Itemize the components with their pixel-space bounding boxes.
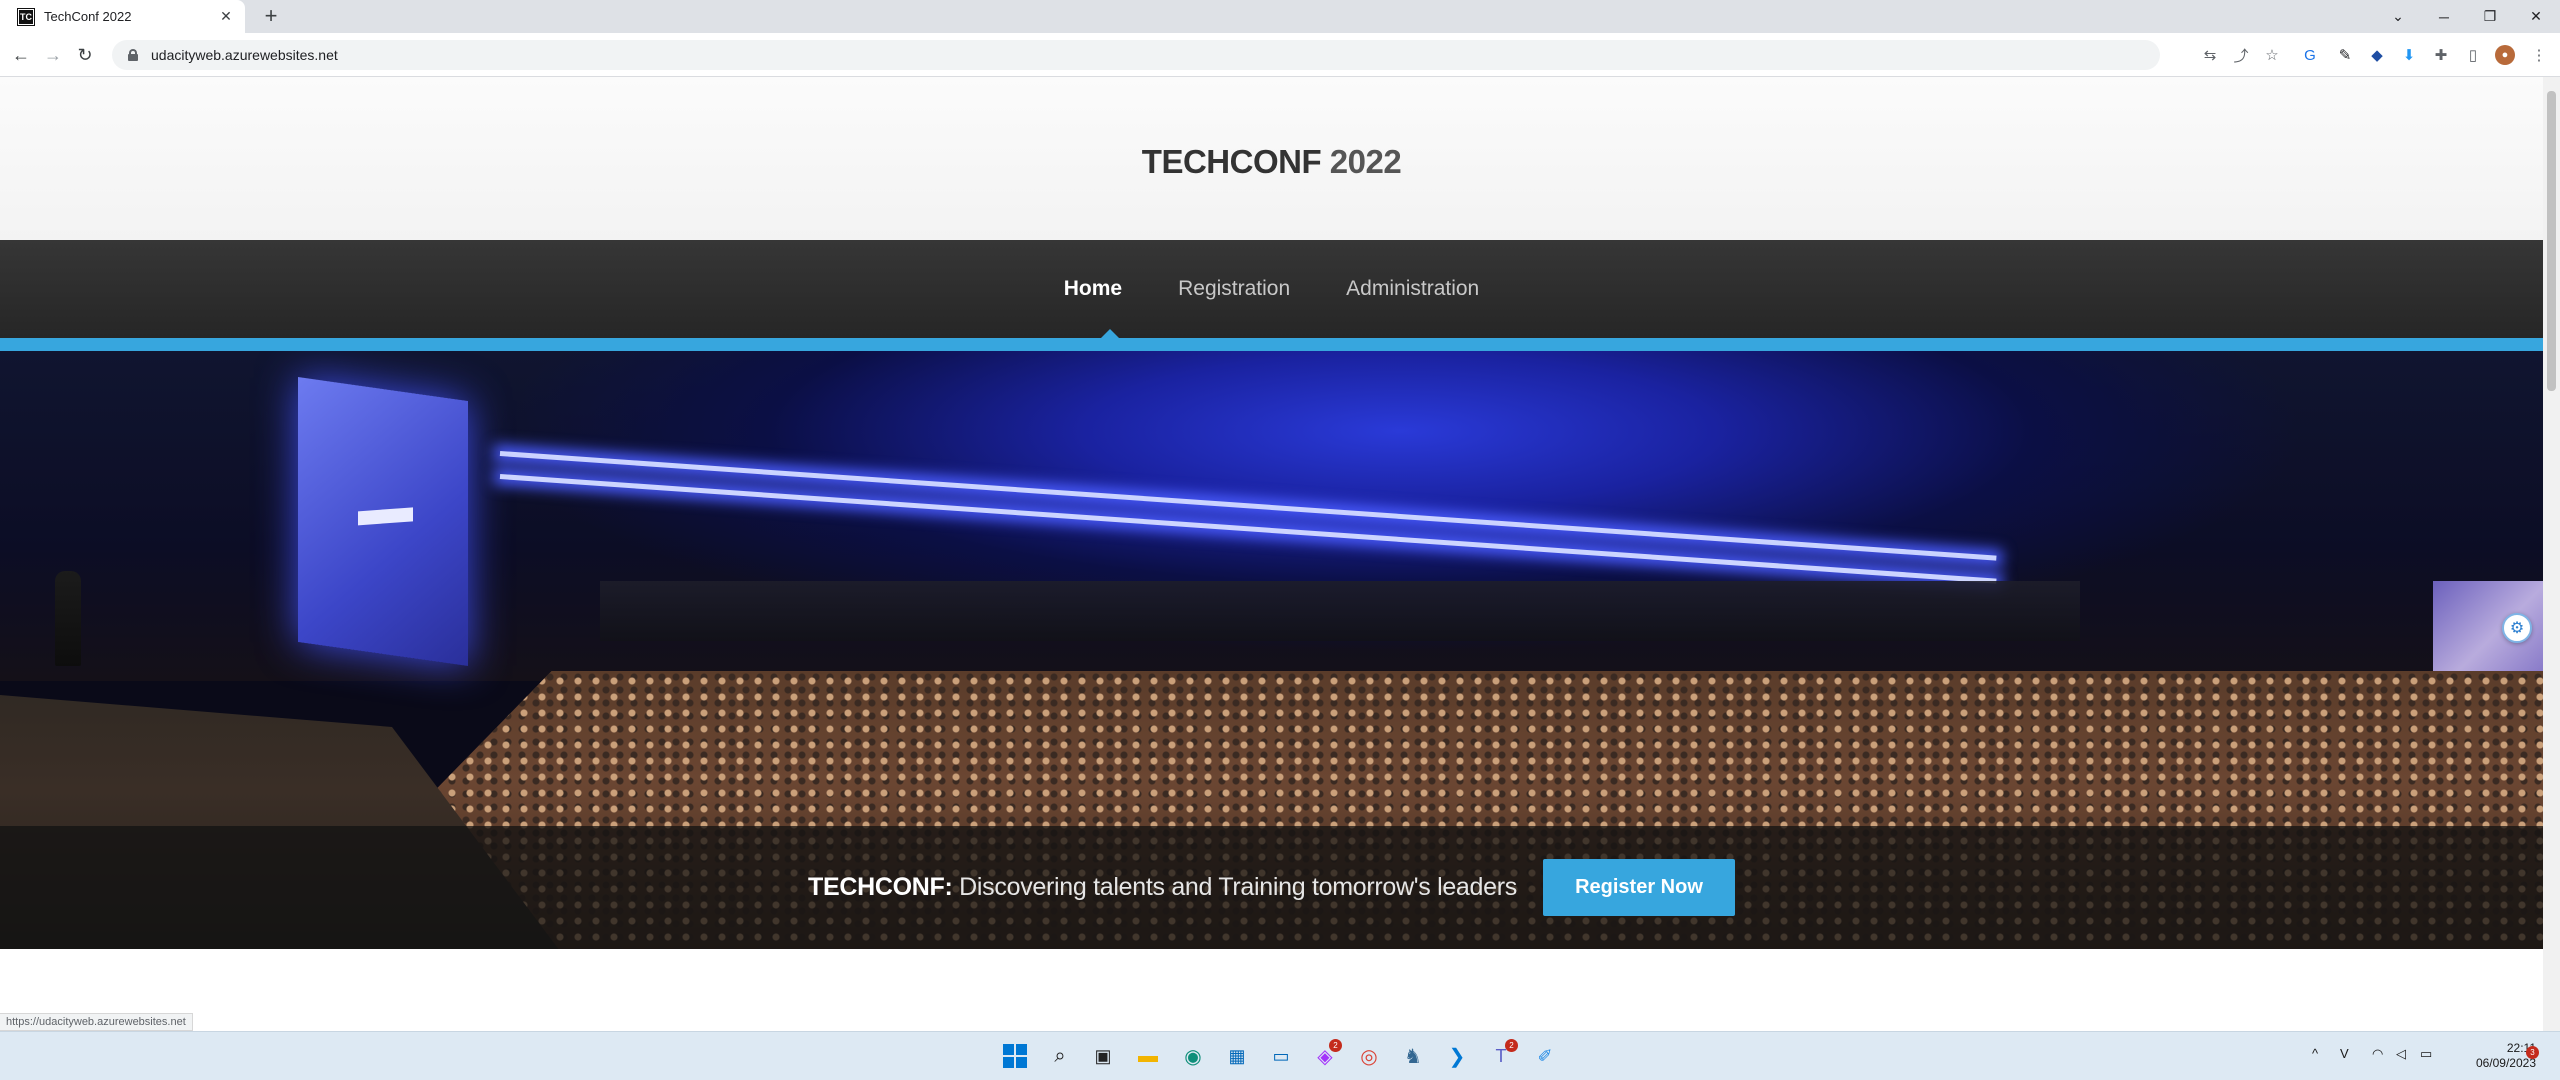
bookmark-star-icon[interactable]: ☆ xyxy=(2262,45,2282,65)
hero-banner: TECHCONF: Discovering talents and Traini… xyxy=(0,351,2543,949)
web-page: TECHCONF 2022 Home Registration Administ… xyxy=(0,77,2543,1031)
share-icon[interactable]: ⤴ xyxy=(2231,45,2251,65)
active-nav-indicator xyxy=(1101,329,1119,338)
hero-image-speaker xyxy=(55,571,81,666)
tagline-brand: TECHCONF: xyxy=(808,873,953,901)
wifi-icon[interactable]: ◠ xyxy=(2372,1046,2383,1062)
remote-desktop-icon[interactable]: ▭ xyxy=(1266,1041,1296,1071)
microsoft-store-icon[interactable]: ▦ xyxy=(1222,1041,1252,1071)
page-scrollbar[interactable] xyxy=(2543,77,2560,1031)
address-bar[interactable]: udacityweb.azurewebsites.net xyxy=(112,40,2160,70)
hero-image-balcony xyxy=(600,581,2080,641)
vscode-icon[interactable]: ❯ xyxy=(1442,1041,1472,1071)
status-bar-url: https://udacityweb.azurewebsites.net xyxy=(0,1013,193,1031)
jira-extension-icon[interactable]: ◆ xyxy=(2367,45,2387,65)
paint-icon[interactable]: ✐ xyxy=(1530,1041,1560,1071)
task-view-icon[interactable]: ▣ xyxy=(1088,1041,1118,1071)
tagline-text: Discovering talents and Training tomorro… xyxy=(952,873,1517,901)
google-translate-extension-icon[interactable]: G xyxy=(2300,45,2320,65)
clock-time: 22:11 xyxy=(2506,1041,2536,1055)
chrome-icon[interactable]: ◎ xyxy=(1354,1041,1384,1071)
pgadmin-elephant-icon[interactable]: ♞ xyxy=(1398,1041,1428,1071)
scrollbar-thumb[interactable] xyxy=(2547,91,2556,391)
forward-arrow-icon[interactable]: → xyxy=(40,42,66,68)
tab-title: TechConf 2022 xyxy=(44,9,132,24)
floating-widget-icon[interactable]: ⚙ xyxy=(2502,613,2532,643)
notification-count-badge[interactable]: 3 xyxy=(2526,1046,2539,1059)
vpn-tray-icon[interactable]: V xyxy=(2340,1046,2349,1061)
accent-bar xyxy=(0,338,2543,351)
close-tab-icon[interactable]: ✕ xyxy=(217,7,235,25)
nav-home[interactable]: Home xyxy=(1036,277,1150,301)
teams-icon[interactable]: T2 xyxy=(1486,1039,1518,1071)
teams-badge: 2 xyxy=(1505,1039,1518,1052)
download-extension-icon[interactable]: ⬇ xyxy=(2399,45,2419,65)
clock-date: 06/09/2023 xyxy=(2475,1056,2536,1070)
extensions-puzzle-icon[interactable]: ✚ xyxy=(2431,45,2451,65)
site-title-year: 2022 xyxy=(1321,142,1402,180)
side-panel-icon[interactable]: ▯ xyxy=(2463,45,2483,65)
browser-toolbar: ← → ↻ udacityweb.azurewebsites.net ⇆ ⤴ ☆… xyxy=(0,33,2560,77)
volume-icon[interactable]: ◁ xyxy=(2396,1046,2406,1062)
nav-administration[interactable]: Administration xyxy=(1318,277,1507,301)
lock-icon[interactable] xyxy=(128,49,138,61)
hero-tagline: TECHCONF: Discovering talents and Traini… xyxy=(808,873,1517,902)
main-nav: Home Registration Administration xyxy=(0,240,2543,338)
site-header: TECHCONF 2022 xyxy=(0,77,2543,240)
tab-strip: TC TechConf 2022 ✕ + ⌄ ─ ❐ ✕ xyxy=(0,0,2560,33)
nav-registration[interactable]: Registration xyxy=(1150,277,1318,301)
favicon-icon: TC xyxy=(17,7,35,26)
file-explorer-icon[interactable]: ▬ xyxy=(1133,1041,1163,1071)
battery-icon[interactable]: ▭ xyxy=(2420,1046,2432,1062)
search-icon[interactable]: ⌕ xyxy=(1045,1041,1075,1071)
profile-avatar[interactable]: ● xyxy=(2495,45,2515,65)
tab-search-icon[interactable]: ⌄ xyxy=(2375,0,2421,33)
url-text: udacityweb.azurewebsites.net xyxy=(151,47,338,63)
site-title: TECHCONF 2022 xyxy=(1141,142,1402,181)
back-arrow-icon[interactable]: ← xyxy=(8,42,34,68)
restore-button[interactable]: ❐ xyxy=(2467,0,2513,33)
minimize-button[interactable]: ─ xyxy=(2421,0,2467,33)
messenger-badge: 2 xyxy=(1329,1039,1342,1052)
new-tab-button[interactable]: + xyxy=(258,4,284,30)
translate-icon[interactable]: ⇆ xyxy=(2200,45,2220,65)
site-title-brand: TECHCONF xyxy=(1141,142,1322,180)
pen-extension-icon[interactable]: ✎ xyxy=(2335,45,2355,65)
close-window-button[interactable]: ✕ xyxy=(2513,0,2559,33)
system-clock[interactable]: 22:11 06/09/2023 xyxy=(2446,1041,2536,1071)
register-now-button[interactable]: Register Now xyxy=(1542,859,1735,916)
windows-taskbar: ⌕ ▣ ▬ ◉ ▦ ▭ ◈ 2 ◎ ♞ ❯ T2 ✐ ^ V ◠ ◁ ▭ 22:1… xyxy=(0,1031,2560,1080)
windows-start-icon[interactable] xyxy=(1000,1041,1030,1071)
hero-image-screen xyxy=(298,377,468,666)
browser-tab[interactable]: TC TechConf 2022 ✕ xyxy=(0,0,245,33)
menu-kebab-icon[interactable]: ⋮ xyxy=(2529,45,2549,65)
edge-icon[interactable]: ◉ xyxy=(1178,1041,1208,1071)
show-hidden-icons-chevron-icon[interactable]: ^ xyxy=(2312,1046,2318,1061)
reload-icon[interactable]: ↻ xyxy=(72,42,98,68)
hero-caption-band: TECHCONF: Discovering talents and Traini… xyxy=(0,826,2543,949)
messenger-icon[interactable]: ◈ 2 xyxy=(1310,1039,1342,1071)
